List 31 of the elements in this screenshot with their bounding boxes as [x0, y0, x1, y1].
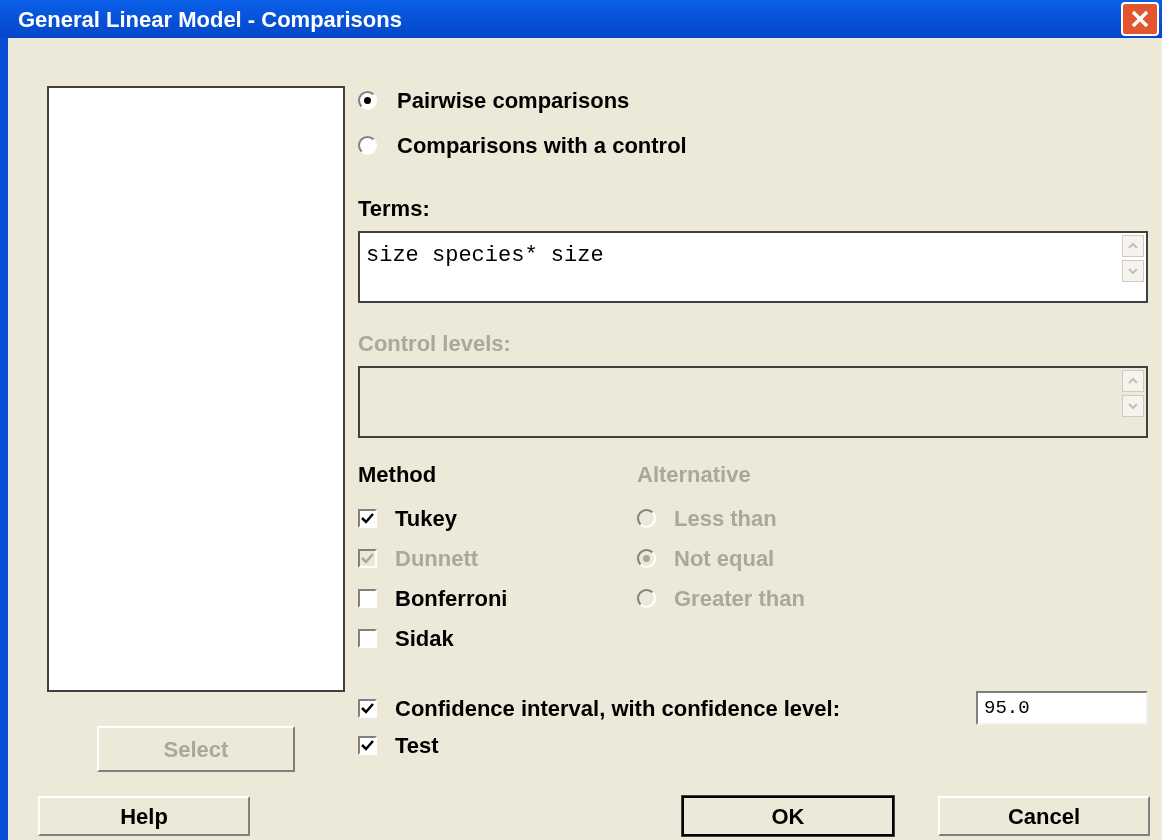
radio-label: Greater than: [674, 584, 805, 613]
checkbox[interactable]: [358, 588, 377, 608]
terms-label: Terms:: [358, 195, 431, 223]
checkbox-label: Test: [395, 731, 439, 760]
terms-value: size species* size: [365, 242, 604, 270]
checkbox-label: Tukey: [395, 504, 457, 533]
checkbox[interactable]: [358, 735, 377, 755]
checkbox-label: Dunnett: [395, 544, 479, 573]
checkbox[interactable]: [358, 508, 377, 528]
dialog-button[interactable]: Cancel: [938, 796, 1150, 836]
window-title: General Linear Model - Comparisons: [18, 5, 402, 34]
checkbox-label: Bonferroni: [395, 584, 508, 613]
dialog-button[interactable]: Help: [38, 796, 250, 836]
method-label: Method: [358, 461, 438, 489]
checkbox-label: Sidak: [395, 624, 454, 653]
confidence-level-value: 95.0: [983, 695, 1030, 721]
checkbox[interactable]: [358, 698, 377, 718]
radio-label: Less than: [674, 504, 777, 533]
close-icon: [1130, 9, 1150, 29]
close-button[interactable]: [1121, 2, 1159, 36]
radio-label: Not equal: [674, 544, 775, 573]
radio-button[interactable]: [358, 136, 377, 155]
radio-label: Comparisons with a control: [397, 132, 687, 160]
confidence-level-field[interactable]: 95.0: [976, 691, 1148, 725]
checkbox-label: Confidence interval, with confidence level:: [395, 694, 840, 723]
checkbox[interactable]: [358, 628, 377, 648]
radio-button[interactable]: [358, 91, 377, 110]
radio-label: Pairwise comparisons: [397, 87, 630, 115]
alternative-label: Alternative: [637, 461, 752, 489]
control-levels-label: Control levels:: [358, 330, 512, 358]
dialog-button[interactable]: OK: [682, 796, 894, 836]
